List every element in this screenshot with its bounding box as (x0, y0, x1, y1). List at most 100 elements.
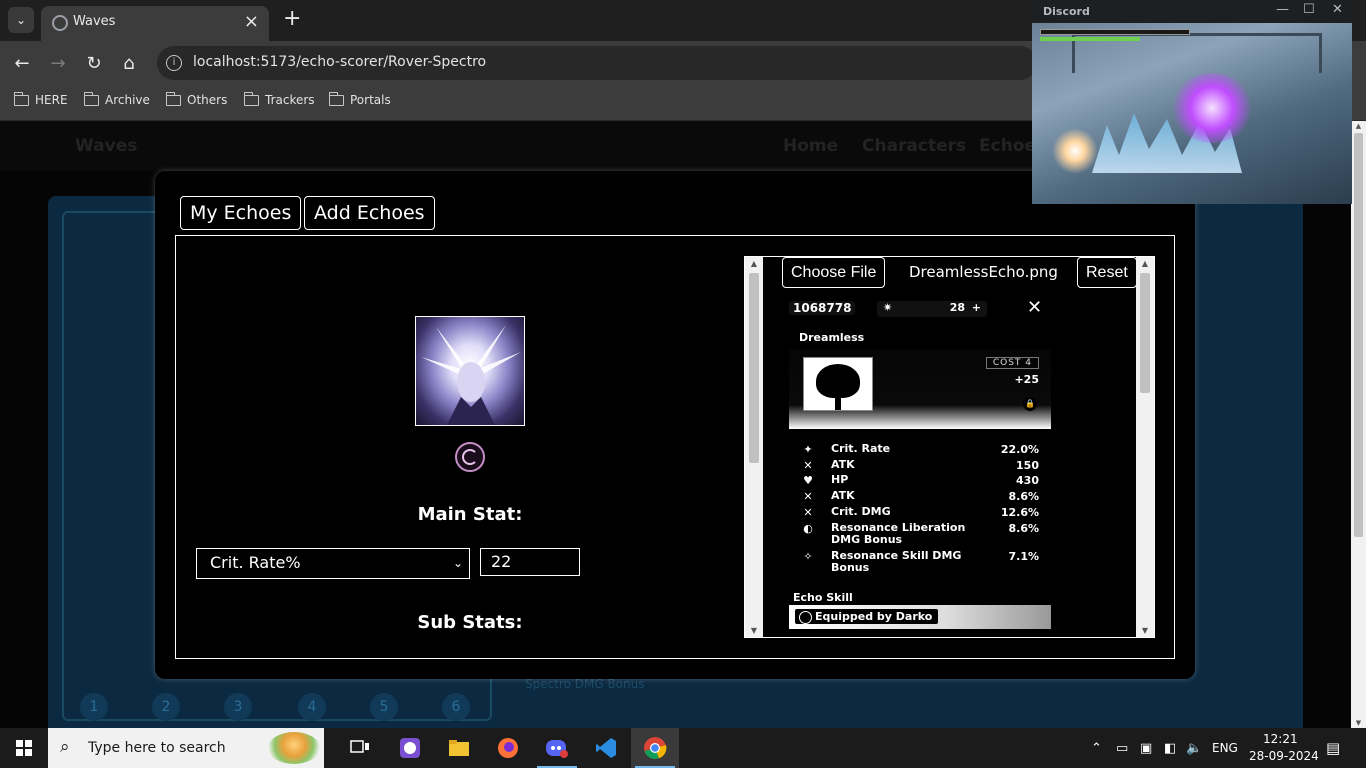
sonata-set-icon[interactable] (455, 442, 485, 472)
web-page: Waves Home Characters Echoes 1 2 3 4 5 6… (0, 121, 1351, 728)
echo-card-header: COST 4 +25 🔒 (789, 349, 1051, 429)
vscode-app[interactable] (582, 728, 630, 768)
search-icon: ⌕ (60, 737, 70, 757)
globe-icon (52, 15, 68, 31)
language-indicator[interactable]: ENG (1212, 741, 1238, 755)
equipped-by-banner: Equipped by Darko (789, 605, 1051, 629)
minimize-icon[interactable]: — (1276, 2, 1289, 17)
home-button[interactable]: ⌂ (117, 51, 141, 75)
chrome-icon (644, 737, 667, 760)
bg-nav-home: Home (783, 136, 839, 156)
maximize-icon[interactable]: ☐ (1303, 2, 1315, 17)
plus-icon: + (971, 301, 981, 314)
crit-dmg-icon: ✕ (803, 506, 813, 519)
folder-icon (13, 91, 29, 106)
game-stream-video (1032, 23, 1352, 204)
hp-icon: ♥ (803, 474, 813, 487)
crit-rate-icon: ✦ (803, 443, 813, 456)
atk-icon: ✕ (803, 490, 813, 503)
folder-icon (243, 91, 259, 106)
clock-time[interactable]: 12:21 (1263, 732, 1298, 746)
firefox-app[interactable] (484, 728, 532, 768)
discord-stream-window[interactable]: Discord — ☐ ✕ (1032, 0, 1352, 204)
url-text: localhost:5173/echo-scorer/Rover-Spectro (193, 54, 487, 70)
taskbar-search[interactable]: ⌕ Type here to search (48, 728, 324, 768)
windows-logo-icon (16, 740, 32, 756)
bg-stat-row: Spectro DMG Bonus (525, 677, 645, 691)
folder-icon (83, 91, 99, 106)
firefox-icon (498, 738, 518, 758)
task-view-icon (350, 740, 369, 753)
echo-id: 1068778 (789, 301, 856, 315)
bg-slot-number: 4 (298, 693, 326, 721)
echo-skill-label: Echo Skill (793, 591, 853, 604)
page-scrollbar[interactable]: ▲ ▼ (1351, 121, 1366, 728)
lock-icon: 🔒 (1023, 397, 1037, 411)
forward-button[interactable]: → (46, 51, 70, 75)
bg-slot-number: 6 (442, 693, 470, 721)
bg-nav-characters: Characters (862, 136, 967, 156)
network-icon[interactable]: ▣ (1140, 741, 1152, 756)
github-icon (400, 738, 420, 758)
atk-icon: ✕ (803, 459, 813, 472)
bookmark-folder[interactable]: HERE (13, 91, 68, 107)
discord-icon (546, 740, 568, 758)
new-tab-button[interactable]: + (283, 6, 301, 31)
echo-upgrade: +25 (1014, 373, 1039, 386)
bookmark-folder[interactable]: Portals (328, 91, 391, 107)
folder-icon (165, 91, 181, 106)
echo-thumbnail (803, 357, 873, 411)
main-stat-select[interactable]: Crit. Rate% ⌄ (196, 548, 470, 579)
reset-button[interactable]: Reset (1077, 257, 1137, 288)
volume-icon[interactable]: 🔈 (1186, 741, 1202, 756)
tab-search-button[interactable]: ⌄ (8, 7, 34, 33)
search-highlight-image (268, 732, 320, 764)
bookmark-folder[interactable]: Trackers (243, 91, 315, 107)
bg-slot-number: 5 (370, 693, 398, 721)
battery-icon[interactable]: ▭ (1116, 741, 1128, 756)
my-echoes-tab[interactable]: My Echoes (180, 196, 302, 230)
file-explorer-app[interactable] (435, 728, 483, 768)
search-placeholder: Type here to search (88, 740, 226, 756)
inner-left-scrollbar[interactable]: ▲ ▼ (745, 257, 763, 637)
echo-level-bar: ✷ 28 + (877, 301, 987, 317)
close-tab-icon[interactable]: × (244, 11, 259, 32)
upload-panel: ▲ ▼ Choose File DreamlessEcho.png Reset … (744, 256, 1155, 638)
github-desktop-app[interactable] (386, 728, 434, 768)
reload-button[interactable]: ↻ (82, 51, 106, 75)
bg-slot-number: 1 (80, 693, 108, 721)
chrome-app[interactable] (631, 728, 679, 768)
chevron-up-icon[interactable]: ⌃ (1091, 741, 1102, 756)
echo-name: Dreamless (799, 331, 865, 344)
meet-icon[interactable]: ◧ (1164, 741, 1176, 756)
skill-icon: ✧ (803, 550, 813, 563)
task-view-button[interactable] (336, 728, 384, 768)
bg-slot-number: 2 (152, 693, 180, 721)
echo-screenshot-preview: 1068778 ✷ 28 + ✕ Dreamless COST 4 +25 🔒 … (789, 297, 1051, 637)
choose-file-button[interactable]: Choose File (782, 257, 886, 288)
start-button[interactable] (0, 728, 48, 768)
clock-date[interactable]: 28-09-2024 (1249, 749, 1319, 763)
bookmark-folder[interactable]: Archive (83, 91, 150, 107)
close-icon[interactable]: ✕ (1332, 2, 1343, 17)
site-info-icon[interactable]: i (166, 55, 182, 71)
discord-app[interactable] (533, 728, 581, 768)
tab-waves[interactable]: Waves × (41, 6, 269, 41)
main-stat-label: Main Stat: (417, 504, 523, 525)
file-name: DreamlessEcho.png (909, 263, 1058, 281)
folder-icon (328, 91, 344, 106)
notifications-icon[interactable]: ▤ (1326, 739, 1340, 757)
echo-portrait (415, 316, 525, 426)
address-bar[interactable]: i localhost:5173/echo-scorer/Rover-Spect… (157, 46, 1037, 80)
tab-title: Waves (73, 14, 116, 29)
back-button[interactable]: ← (10, 51, 34, 75)
bookmark-folder[interactable]: Others (165, 91, 227, 107)
echo-modal: My Echoes Add Echoes Main Stat: Crit. Ra… (155, 171, 1195, 679)
echo-cost: COST 4 (985, 357, 1039, 369)
inner-right-scrollbar[interactable]: ▲ ▼ (1136, 257, 1154, 637)
vscode-icon (596, 738, 616, 758)
main-stat-value-input[interactable]: 22 (480, 548, 580, 576)
sub-stats-label: Sub Stats: (417, 612, 523, 633)
dreamless-portrait-art (421, 319, 521, 425)
add-echoes-tab[interactable]: Add Echoes (304, 196, 435, 230)
